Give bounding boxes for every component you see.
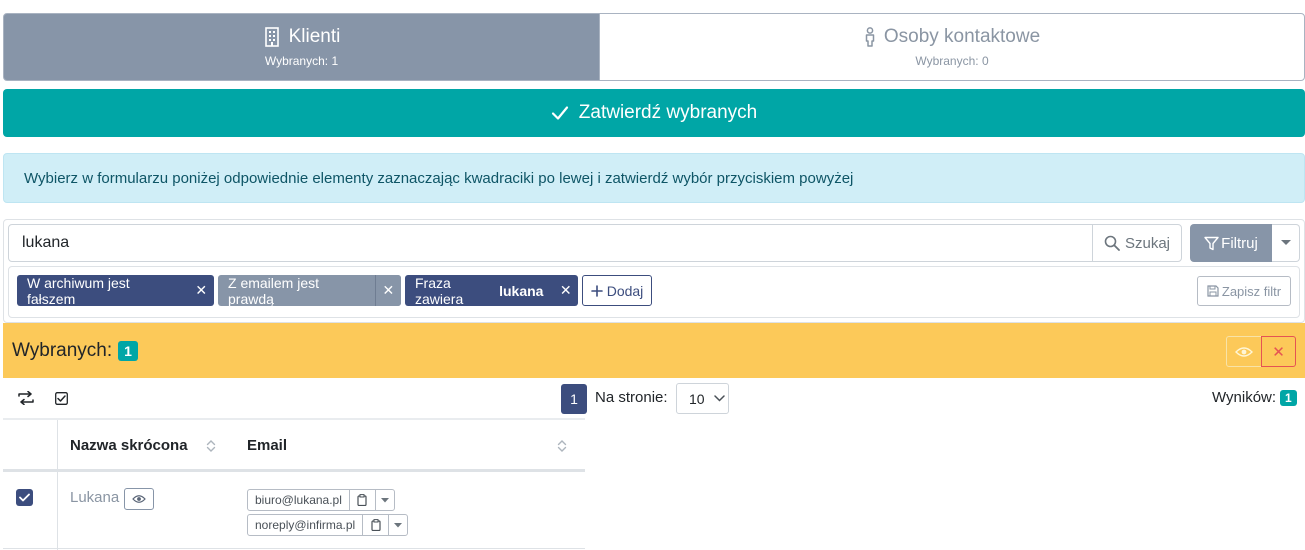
save-filter-button[interactable]: Zapisz filtr	[1197, 276, 1291, 306]
selected-summary: Wybranych: 1	[12, 338, 138, 364]
tab-label: Klienti	[288, 26, 341, 47]
funnel-icon	[1204, 236, 1219, 251]
checkbox-column	[3, 420, 58, 550]
tab-osoby-kontaktowe[interactable]: Osoby kontaktowe Wybranych: 0	[599, 13, 1305, 81]
email-chip: biuro@lukana.pl	[247, 489, 395, 511]
add-filter-button[interactable]: Dodaj	[582, 275, 652, 306]
tab-selected-count: Wybranych: 0	[915, 54, 989, 68]
save-filter-label: Zapisz filtr	[1221, 283, 1282, 299]
info-alert: Wybierz w formularzu poniżej odpowiednie…	[3, 153, 1305, 203]
column-header-email[interactable]: Email	[247, 437, 287, 454]
row-checkbox[interactable]	[16, 489, 33, 506]
filter-button[interactable]: Filtruj	[1190, 224, 1272, 262]
close-icon[interactable]: ✕	[374, 275, 401, 306]
confirm-label: Zatwierdź wybranych	[578, 102, 758, 123]
tab-label: Osoby kontaktowe	[883, 26, 1041, 47]
search-button-label: Szukaj	[1124, 234, 1171, 252]
selected-bar	[3, 323, 1305, 378]
plus-icon	[590, 284, 603, 297]
filter-chip-label: Z emailem jest prawdą	[228, 275, 320, 306]
email-chip: noreply@infirma.pl	[247, 514, 409, 536]
results-count: Wyników: 1	[1212, 389, 1297, 406]
caret-down-icon[interactable]	[388, 515, 407, 535]
sort-icon[interactable]	[553, 436, 571, 456]
per-page-value: 10	[689, 390, 705, 407]
eye-icon	[1235, 346, 1253, 358]
client-name-link[interactable]: Lukana	[70, 489, 119, 506]
select-all-icon[interactable]	[55, 392, 68, 405]
chevron-down-icon	[713, 395, 725, 402]
save-icon	[1207, 285, 1219, 297]
add-filter-label: Dodaj	[606, 282, 644, 299]
results-label: Wyników:	[1212, 389, 1277, 406]
email-address[interactable]: biuro@lukana.pl	[248, 490, 349, 510]
per-page-label: Na stronie:	[595, 389, 668, 406]
info-text: Wybierz w formularzu poniżej odpowiednie…	[24, 169, 854, 187]
page-number: 1	[570, 391, 578, 407]
clear-selected-button[interactable]: ✕	[1261, 336, 1296, 367]
column-header-name[interactable]: Nazwa skrócona	[70, 437, 188, 454]
eye-icon	[132, 494, 146, 504]
selected-count-badge: 1	[118, 341, 138, 361]
building-icon	[263, 27, 281, 47]
filter-dropdown-toggle[interactable]	[1272, 224, 1300, 262]
results-badge: 1	[1280, 389, 1297, 406]
caret-down-icon[interactable]	[374, 490, 394, 510]
close-icon[interactable]: ✕	[189, 275, 214, 306]
sort-icon[interactable]	[202, 436, 220, 456]
check-icon	[551, 105, 569, 121]
filter-chip-email[interactable]: Z emailem jest prawdą ✕	[218, 275, 401, 306]
person-icon	[864, 27, 876, 47]
filter-chip-archive[interactable]: W archiwum jest fałszem ✕	[17, 275, 214, 306]
close-icon[interactable]: ✕	[553, 275, 578, 306]
clipboard-icon[interactable]	[362, 515, 388, 535]
search-input[interactable]: lukana	[8, 224, 1093, 262]
row-divider	[3, 548, 585, 549]
close-icon: ✕	[1272, 343, 1285, 361]
caret-down-icon	[1280, 240, 1291, 246]
clipboard-icon[interactable]	[348, 490, 375, 510]
filter-chip-phrase[interactable]: Fraza zawiera lukana ✕	[405, 275, 578, 306]
filter-chip-value: lukana	[499, 282, 544, 299]
show-selected-button[interactable]	[1226, 336, 1262, 367]
search-value: lukana	[22, 234, 70, 251]
preview-button[interactable]	[124, 488, 154, 510]
selected-label: Wybranych:	[12, 340, 113, 361]
email-address[interactable]: noreply@infirma.pl	[248, 515, 362, 535]
tab-selected-count: Wybranych: 1	[264, 54, 339, 68]
per-page-select[interactable]: 10	[676, 383, 729, 414]
filter-chip-label: Fraza zawiera	[415, 275, 464, 306]
page-button-current[interactable]: 1	[561, 384, 587, 414]
search-icon	[1104, 235, 1120, 251]
tab-klienti[interactable]: Klienti Wybranych: 1	[3, 13, 600, 81]
filter-chip-label: W archiwum jest fałszem	[27, 275, 130, 306]
toggle-columns-icon[interactable]	[17, 391, 35, 405]
search-button[interactable]: Szukaj	[1092, 224, 1182, 262]
filter-button-label: Filtruj	[1221, 234, 1258, 252]
confirm-selected-button[interactable]: Zatwierdź wybranych	[3, 89, 1305, 137]
